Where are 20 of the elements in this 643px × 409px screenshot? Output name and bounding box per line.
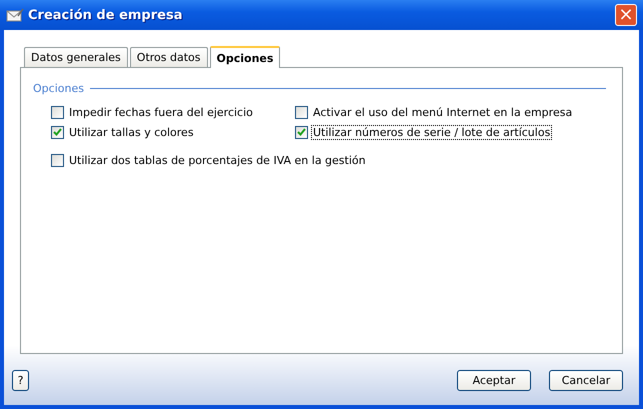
group-title: Opciones: [33, 82, 84, 95]
tab[interactable]: Opciones: [210, 46, 280, 68]
option-label: Impedir fechas fuera del ejercicio: [68, 104, 254, 120]
checkbox[interactable]: [295, 106, 308, 118]
window-title: Creación de empresa: [28, 8, 184, 22]
option-label: Activar el uso del menú Internet en la empresa: [312, 104, 574, 120]
tab[interactable]: Datos generales: [24, 47, 128, 67]
tab[interactable]: Otros datos: [130, 47, 208, 67]
checkbox[interactable]: [295, 126, 308, 138]
dialog-button[interactable]: Cancelar: [549, 370, 623, 391]
help-button[interactable]: ?: [12, 370, 29, 391]
option-label: Utilizar números de serie / lote de artículos: [311, 124, 552, 140]
checkbox[interactable]: [51, 106, 64, 118]
dialog-button[interactable]: Aceptar: [457, 370, 531, 391]
checkbox[interactable]: [51, 126, 64, 138]
close-button[interactable]: ×: [615, 4, 637, 26]
envelope-icon: [6, 8, 24, 22]
checkbox[interactable]: [51, 154, 64, 166]
option-label: Utilizar tallas y colores: [68, 124, 195, 140]
option-label: Utilizar dos tablas de porcentajes de IVA en la gestión: [68, 152, 367, 168]
